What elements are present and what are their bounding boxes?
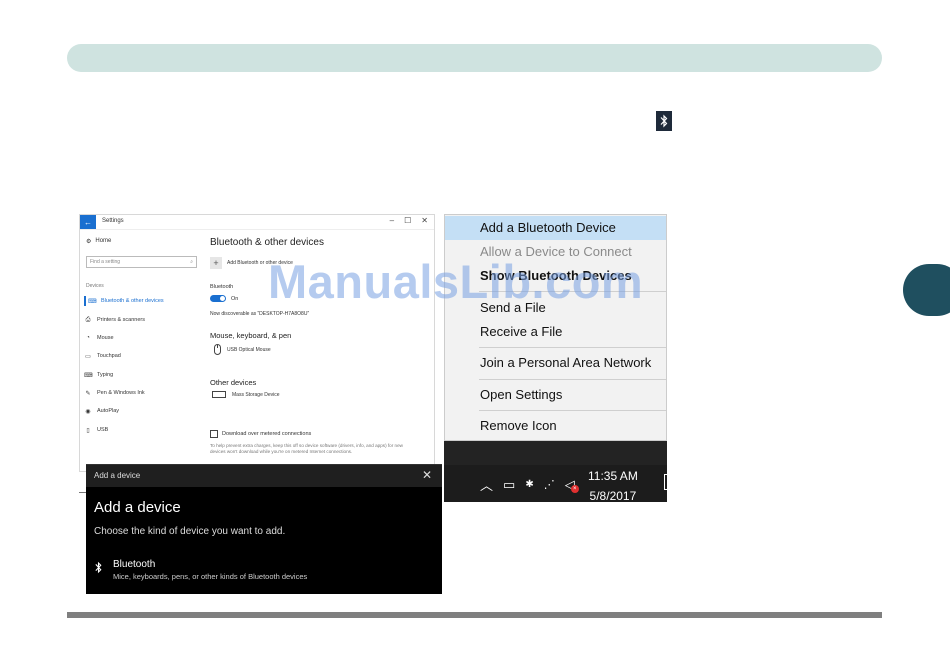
autoplay-icon: ◉: [85, 408, 91, 415]
nav-section-label: Devices: [86, 283, 104, 289]
bluetooth-option-text: Bluetooth Mice, keyboards, pens, or othe…: [113, 559, 307, 581]
sidebar-item-autoplay[interactable]: ◉ AutoPlay: [84, 406, 119, 416]
metered-label: Download over metered connections: [222, 431, 312, 437]
sidebar-item-touchpad[interactable]: ▭ Touchpad: [84, 351, 121, 361]
sidebar-item-printers[interactable]: ⎙ Printers & scanners: [84, 315, 145, 325]
sidebar-item-label: Bluetooth & other devices: [101, 298, 164, 304]
dialog-title: Add a device: [94, 471, 141, 480]
bluetooth-option-name: Bluetooth: [113, 559, 156, 570]
dialog-titlebar: Add a device ✕: [86, 465, 442, 487]
settings-window: ← Settings – ☐ ✕ ⚙ Home Find a setting ⌕…: [79, 214, 435, 472]
nav-home-label: Home: [95, 238, 112, 244]
page-footer-bar: [67, 612, 882, 618]
bluetooth-context-menu: Add a Bluetooth Device Allow a Device to…: [444, 214, 667, 441]
bluetooth-label: Bluetooth: [210, 284, 234, 290]
watermark: ManualsLib.com: [268, 255, 644, 308]
menu-separator: [479, 379, 666, 380]
menu-item-open-settings[interactable]: Open Settings: [445, 383, 666, 407]
nav-home[interactable]: ⚙ Home: [86, 238, 111, 245]
add-device-dialog: Add a device ✕ Add a device Choose the k…: [86, 464, 442, 594]
clock-date: 5/8/2017: [589, 489, 637, 503]
bluetooth-option-desc: Mice, keyboards, pens, or other kinds of…: [113, 572, 308, 581]
system-tray: ︿ ▭ ✱ ⋰ ◁×: [480, 475, 579, 494]
clock-time: 11:35 AM: [588, 469, 638, 483]
battery-icon[interactable]: ▭: [503, 477, 515, 493]
pen-icon: ✎: [85, 390, 91, 397]
mouse-device-icon: [214, 344, 221, 355]
menu-item-add-device[interactable]: Add a Bluetooth Device: [445, 216, 666, 240]
storage-device-label: Mass Storage Device: [232, 391, 280, 398]
divider: [79, 492, 86, 493]
dialog-subtitle: Choose the kind of device you want to ad…: [94, 526, 286, 537]
sidebar-item-label: Typing: [97, 372, 114, 378]
sidebar-item-label: Mouse: [97, 335, 114, 341]
sidebar-item-label: USB: [97, 427, 109, 433]
find-setting-placeholder: Find a setting: [90, 259, 121, 265]
menu-item-join-pan[interactable]: Join a Personal Area Network: [445, 351, 666, 375]
sidebar-item-label: Pen & Windows Ink: [97, 390, 145, 396]
window-controls: – ☐ ✕: [390, 216, 428, 225]
chapter-tab: [903, 264, 950, 316]
keyboard-icon: ⌨: [84, 372, 93, 379]
plus-icon: +: [210, 257, 222, 269]
taskbar-clock[interactable]: 11:35 AM 5/8/2017: [588, 466, 638, 506]
menu-item-remove-icon[interactable]: Remove Icon: [445, 414, 666, 438]
settings-title: Settings: [102, 218, 124, 224]
gear-icon: ⚙: [86, 239, 92, 245]
page-header-bar: [67, 44, 882, 72]
bluetooth-toggle[interactable]: [210, 295, 226, 302]
taskbar: ︿ ▭ ✱ ⋰ ◁× 11:35 AM 5/8/2017: [444, 441, 668, 503]
close-button[interactable]: ✕: [421, 216, 428, 225]
sidebar-item-pen[interactable]: ✎ Pen & Windows Ink: [84, 388, 145, 398]
sidebar-item-label: Printers & scanners: [97, 317, 145, 323]
menu-separator: [479, 410, 666, 411]
volume-muted-icon[interactable]: ◁×: [565, 477, 579, 493]
bluetooth-icon: [656, 111, 672, 131]
touchpad-icon: ▭: [85, 353, 91, 360]
metered-checkbox-row[interactable]: Download over metered connections: [210, 430, 311, 438]
metered-checkbox[interactable]: [210, 430, 218, 438]
usb-icon: ▯: [86, 427, 90, 434]
settings-titlebar: ← Settings – ☐ ✕: [80, 215, 434, 230]
chevron-up-icon[interactable]: ︿: [480, 475, 493, 494]
bluetooth-icon[interactable]: ✱: [525, 479, 533, 490]
bluetooth-icon: [94, 561, 103, 577]
minimize-button[interactable]: –: [390, 216, 394, 225]
search-icon: ⌕: [190, 259, 193, 265]
bluetooth-devices-icon: ⌨: [88, 298, 97, 305]
other-section-title: Other devices: [210, 378, 257, 387]
mouse-section-title: Mouse, keyboard, & pen: [210, 331, 292, 340]
sidebar-item-usb[interactable]: ▯ USB: [84, 425, 108, 435]
find-setting-input[interactable]: Find a setting ⌕: [86, 256, 197, 268]
dialog-heading: Add a device: [94, 499, 181, 516]
metered-description: To help prevent extra charges, keep this…: [210, 443, 403, 454]
sidebar-item-label: AutoPlay: [97, 408, 120, 414]
printer-icon: ⎙: [85, 316, 91, 323]
close-icon[interactable]: ✕: [422, 468, 432, 482]
mouse-icon: ◔: [86, 335, 90, 341]
content-title: Bluetooth & other devices: [210, 237, 324, 248]
bluetooth-option[interactable]: Bluetooth Mice, keyboards, pens, or othe…: [94, 559, 307, 581]
storage-device-icon: [212, 391, 226, 398]
taskbar-upper: [444, 441, 667, 465]
mouse-device-label: USB Optical Mouse: [227, 346, 271, 353]
bluetooth-toggle-row: On: [210, 295, 238, 302]
menu-item-receive-file[interactable]: Receive a File: [445, 320, 666, 344]
maximize-button[interactable]: ☐: [404, 216, 411, 225]
notification-icon[interactable]: [664, 474, 668, 490]
sidebar-item-bluetooth[interactable]: ⌨ Bluetooth & other devices: [84, 296, 164, 306]
device-item-mouse[interactable]: USB Optical Mouse: [214, 344, 271, 355]
toggle-state: On: [231, 295, 239, 302]
device-item-storage[interactable]: Mass Storage Device: [212, 391, 280, 398]
discoverable-text: Now discoverable as “DESKTOP-H7A8O8U”: [210, 311, 310, 317]
sidebar-item-mouse[interactable]: ◔ Mouse: [84, 333, 114, 343]
sidebar-item-typing[interactable]: ⌨ Typing: [84, 370, 113, 380]
wifi-icon[interactable]: ⋰: [544, 478, 555, 491]
menu-separator: [479, 347, 666, 348]
sidebar-item-label: Touchpad: [97, 353, 121, 359]
back-button[interactable]: ←: [80, 215, 96, 229]
